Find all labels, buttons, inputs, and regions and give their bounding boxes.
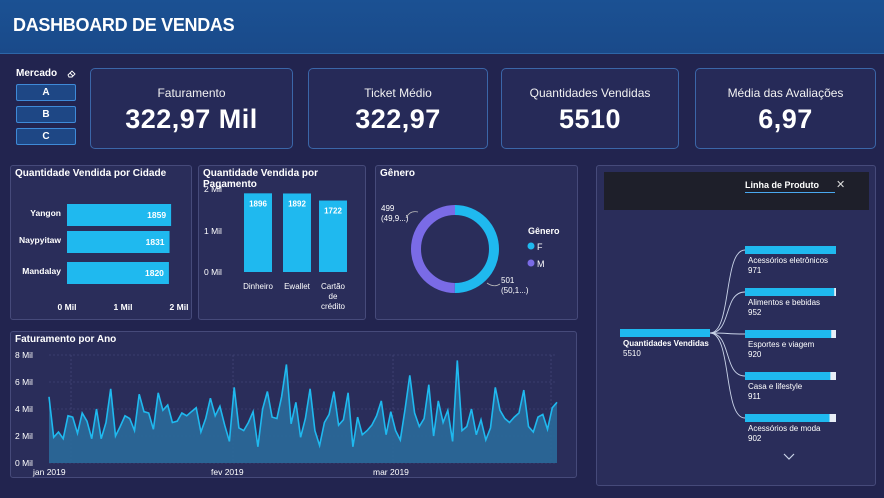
slicer-title: Mercado bbox=[16, 68, 58, 79]
donut-annotation-m: 499 bbox=[381, 204, 395, 213]
tree-connector bbox=[709, 332, 746, 377]
payment-value-label: 1892 bbox=[288, 199, 306, 208]
payment-bar-chart: 2 Mil 1 Mil 0 Mil 1896 Dinheiro 1892 Ewallet 17… bbox=[204, 184, 347, 311]
city-value-label: 1831 bbox=[146, 237, 165, 247]
market-slicer: Mercado A B C bbox=[16, 68, 76, 145]
tree-connector bbox=[709, 291, 746, 334]
slicer-option-c[interactable]: C bbox=[16, 128, 76, 145]
kpi-card-ticket-medio: Ticket Médio 322,97 bbox=[308, 68, 488, 149]
city-value-label: 1820 bbox=[145, 268, 164, 278]
tree-node-label: Alimentos e bebidas bbox=[748, 298, 820, 307]
donut-legend-title: Gênero bbox=[528, 226, 560, 236]
kpi-value: 322,97 bbox=[355, 104, 441, 134]
area-y-tick: 8 Mil bbox=[15, 350, 33, 360]
payment-category-label: Dinheiro bbox=[243, 282, 273, 291]
payment-category-label: crédito bbox=[321, 302, 346, 311]
area-fill bbox=[49, 360, 557, 463]
area-y-tick: 2 Mil bbox=[15, 431, 33, 441]
donut-annotation-f: 501 bbox=[501, 276, 515, 285]
eraser-icon[interactable] bbox=[67, 69, 76, 78]
donut-leader-line bbox=[486, 282, 501, 287]
tree-connector bbox=[709, 249, 746, 334]
decomposition-tree: Quantidades Vendidas5510 Acessórios eletr… bbox=[620, 246, 836, 460]
city-category-label: Naypyitaw bbox=[19, 235, 61, 245]
kpi-label: Ticket Médio bbox=[364, 86, 432, 100]
kpi-label: Média das Avaliações bbox=[727, 86, 844, 100]
tree-node-bar bbox=[745, 246, 836, 254]
kpi-value: 5510 bbox=[558, 104, 622, 134]
city-value-label: 1859 bbox=[147, 210, 166, 220]
payment-y-tick: 0 Mil bbox=[204, 267, 222, 277]
city-category-label: Mandalay bbox=[22, 266, 61, 276]
payment-chart-panel: Quantidade Vendida por Pagamento 2 Mil 1 … bbox=[198, 165, 366, 320]
city-bar-chart: Yangon 1859 Naypyitaw 1831 Mandalay 1820 0 Mil… bbox=[19, 204, 189, 312]
decomposition-tree-panel: Linha de Produto ✕ Quantidades Vendidas 5… bbox=[596, 165, 876, 486]
donut-legend-label: F bbox=[537, 242, 543, 252]
payment-value-label: 1722 bbox=[324, 207, 342, 216]
kpi-label: Quantidades Vendidas bbox=[529, 86, 651, 100]
donut-slice-m bbox=[411, 205, 456, 293]
tree-node-value: 971 bbox=[748, 266, 762, 275]
area-x-tick: mar 2019 bbox=[373, 467, 409, 477]
kpi-card-faturamento: Faturamento 322,97 Mil bbox=[90, 68, 293, 149]
donut-legend-marker bbox=[527, 259, 535, 267]
header-bar: DASHBOARD DE VENDAS bbox=[0, 0, 884, 54]
kpi-card-quantidades: Quantidades Vendidas 5510 bbox=[501, 68, 679, 149]
kpi-value: 6,97 bbox=[758, 104, 813, 134]
tree-connector bbox=[709, 332, 746, 419]
area-y-tick: 0 Mil bbox=[15, 458, 33, 468]
revenue-area-chart: 8 Mil 6 Mil 4 Mil 2 Mil 0 Miljan 2019 fev 201… bbox=[15, 350, 558, 477]
city-chart-panel: Quantidade Vendida por Cidade Yangon 1859… bbox=[10, 165, 192, 320]
kpi-card-avaliacoes: Média das Avaliações 6,97 bbox=[695, 68, 876, 149]
tree-node-bar bbox=[745, 414, 830, 422]
tree-node-label: Acessórios de moda bbox=[748, 424, 821, 433]
gender-chart-panel: Gênero 501 (50,1...) 499 (49,9...) Gênero F M bbox=[375, 165, 578, 320]
tree-node-label: Esportes e viagem bbox=[748, 340, 815, 349]
gender-donut-chart: 501(50,1...) 499(49,9...) Gênero FM bbox=[381, 204, 560, 295]
chevron-down-icon[interactable] bbox=[783, 453, 795, 460]
city-x-tick: 2 Mil bbox=[170, 302, 189, 312]
tree-node-value: 902 bbox=[748, 434, 762, 443]
payment-value-label: 1896 bbox=[249, 199, 267, 208]
payment-y-tick: 1 Mil bbox=[204, 226, 222, 236]
kpi-value: 322,97 Mil bbox=[125, 104, 258, 134]
slicer-option-a[interactable]: A bbox=[16, 84, 76, 101]
tree-root-bar bbox=[620, 329, 710, 337]
tree-node-bar bbox=[745, 372, 831, 380]
area-y-tick: 4 Mil bbox=[15, 404, 33, 414]
slicer-title-row: Mercado bbox=[16, 68, 76, 79]
area-x-tick: fev 2019 bbox=[211, 467, 244, 477]
tree-node-value: 920 bbox=[748, 350, 762, 359]
page-title: DASHBOARD DE VENDAS bbox=[13, 15, 235, 35]
donut-annotation-f: (50,1...) bbox=[501, 286, 529, 295]
tree-node-bar bbox=[745, 288, 835, 296]
donut-legend-marker bbox=[527, 242, 535, 250]
tree-root-value: 5510 bbox=[623, 349, 641, 358]
tree-root-label: Quantidades Vendidas bbox=[623, 339, 709, 348]
tree-node-value: 911 bbox=[748, 392, 761, 401]
donut-slice-f bbox=[454, 205, 500, 293]
tree-node-value: 952 bbox=[748, 308, 762, 317]
area-x-tick: jan 2019 bbox=[32, 467, 66, 477]
payment-category-label: Ewallet bbox=[284, 282, 311, 291]
payment-category-label: Cartão bbox=[321, 282, 346, 291]
city-category-label: Yangon bbox=[30, 208, 61, 218]
payment-category-label: de bbox=[329, 292, 338, 301]
city-x-tick: 0 Mil bbox=[58, 302, 77, 312]
tree-node-label: Casa e lifestyle bbox=[748, 382, 803, 391]
tree-node-bar bbox=[745, 330, 832, 338]
payment-y-tick: 2 Mil bbox=[204, 184, 222, 194]
donut-legend-label: M bbox=[537, 259, 545, 269]
revenue-chart-panel: Faturamento por Ano 8 Mil 6 Mil 4 Mil 2 Mil… bbox=[10, 331, 577, 478]
tree-node-label: Acessórios eletrônicos bbox=[748, 256, 828, 265]
city-x-tick: 1 Mil bbox=[114, 302, 133, 312]
slicer-option-b[interactable]: B bbox=[16, 106, 76, 123]
donut-annotation-m: (49,9...) bbox=[381, 214, 409, 223]
kpi-label: Faturamento bbox=[157, 86, 226, 100]
area-y-tick: 6 Mil bbox=[15, 377, 33, 387]
